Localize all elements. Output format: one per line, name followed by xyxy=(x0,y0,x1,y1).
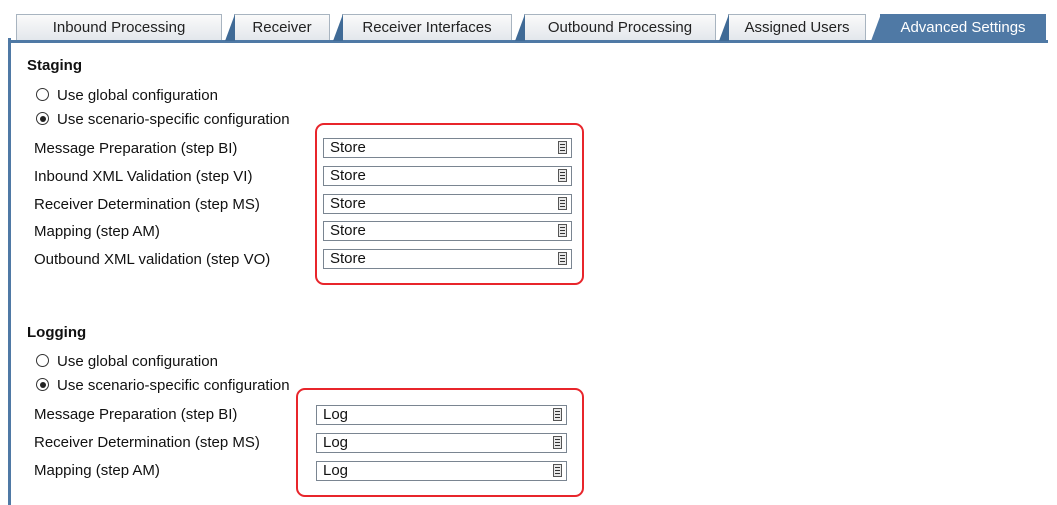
logging-label-message-preparation: Message Preparation (step BI) xyxy=(34,406,238,423)
logging-label-receiver-determination: Receiver Determination (step MS) xyxy=(34,434,260,451)
staging-highlight-box xyxy=(315,123,584,285)
staging-radio-specific-label: Use scenario-specific configuration xyxy=(57,111,290,128)
tab-strip: Inbound Processing Receiver Receiver Int… xyxy=(8,10,1048,43)
logging-highlight-box xyxy=(296,388,584,497)
tab-advanced-settings[interactable]: Advanced Settings xyxy=(871,14,1046,41)
staging-label-outbound-xml-validation: Outbound XML validation (step VO) xyxy=(34,251,271,268)
radio-unchecked-icon[interactable] xyxy=(36,354,49,368)
tab-receiver-interfaces[interactable]: Receiver Interfaces xyxy=(333,14,512,41)
staging-label-receiver-determination: Receiver Determination (step MS) xyxy=(34,196,260,213)
staging-radio-specific[interactable]: Use scenario-specific configuration xyxy=(36,110,290,130)
tab-receiver[interactable]: Receiver xyxy=(225,14,330,41)
logging-radio-specific[interactable]: Use scenario-specific configuration xyxy=(36,376,290,396)
staging-label-inbound-xml-validation: Inbound XML Validation (step VI) xyxy=(34,168,253,185)
radio-checked-icon[interactable] xyxy=(36,378,49,392)
staging-radio-global[interactable]: Use global configuration xyxy=(36,86,218,106)
content-left-border xyxy=(8,38,11,505)
tab-assigned-users[interactable]: Assigned Users xyxy=(719,14,866,41)
logging-radio-global-label: Use global configuration xyxy=(57,353,218,370)
radio-unchecked-icon[interactable] xyxy=(36,88,49,102)
staging-label-mapping: Mapping (step AM) xyxy=(34,223,160,240)
tab-inbound-processing[interactable]: Inbound Processing xyxy=(16,14,222,40)
tab-outbound-processing[interactable]: Outbound Processing xyxy=(515,14,716,41)
logging-radio-specific-label: Use scenario-specific configuration xyxy=(57,377,290,394)
staging-radio-global-label: Use global configuration xyxy=(57,87,218,104)
staging-title: Staging xyxy=(27,57,82,74)
radio-checked-icon[interactable] xyxy=(36,112,49,126)
logging-label-mapping: Mapping (step AM) xyxy=(34,462,160,479)
logging-title: Logging xyxy=(27,324,87,341)
staging-label-message-preparation: Message Preparation (step BI) xyxy=(34,140,238,157)
logging-radio-global[interactable]: Use global configuration xyxy=(36,352,218,372)
